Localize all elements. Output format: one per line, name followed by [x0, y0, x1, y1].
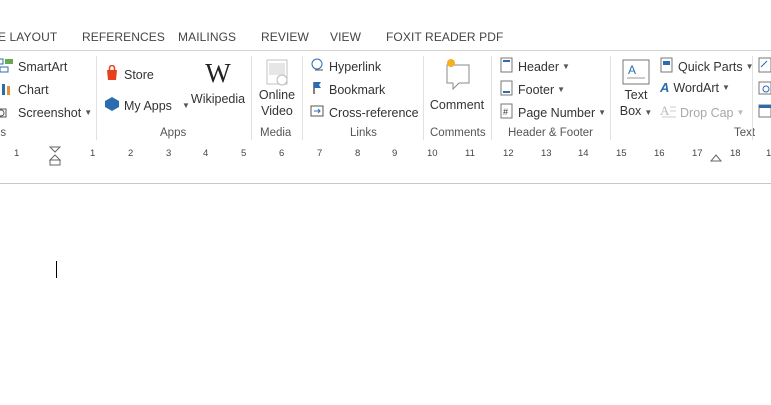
footer-icon: [500, 80, 514, 99]
ruler-number: 17: [692, 148, 703, 159]
group-separator: [96, 56, 97, 140]
chart-icon: [0, 80, 14, 99]
group-label-comments: Comments: [430, 127, 486, 139]
tab-foxit-reader-pdf[interactable]: FOXIT READER PDF: [386, 30, 503, 44]
drop-cap-button[interactable]: A Drop Cap ▼: [660, 103, 744, 122]
horizontal-ruler[interactable]: 1 1 2 3 4 5 6 7 8 9 10 11 12 13 14 15 16…: [0, 145, 771, 166]
object-icon[interactable]: [758, 103, 771, 124]
store-icon: [104, 64, 120, 84]
ribbon-insert: SmartArt Chart Screenshot ▼ ns Store My …: [0, 50, 771, 146]
svg-text:#: #: [503, 107, 508, 117]
page-number-button[interactable]: # Page Number ▼: [500, 103, 606, 122]
ruler-number: 13: [541, 148, 552, 159]
wikipedia-icon: W: [205, 58, 231, 88]
wordart-button[interactable]: A WordArt ▼: [660, 80, 730, 95]
ruler-number: 1: [14, 148, 20, 159]
tab-review[interactable]: REVIEW: [261, 30, 309, 44]
chevron-down-icon: ▼: [722, 83, 730, 92]
screenshot-button[interactable]: Screenshot ▼: [0, 103, 92, 122]
group-separator: [251, 56, 252, 140]
ruler-number: 7: [317, 148, 323, 159]
quick-parts-icon: [660, 57, 674, 76]
wordart-icon: A: [660, 80, 670, 95]
chevron-down-icon: ▼: [557, 85, 566, 94]
tab-view[interactable]: VIEW: [330, 30, 361, 44]
my-apps-icon: [104, 96, 120, 115]
ruler-number: 1: [90, 148, 96, 159]
ruler-number: 6: [279, 148, 285, 159]
header-icon: [500, 57, 514, 76]
online-video-button[interactable]: Online Video: [256, 57, 298, 119]
group-label-apps: Apps: [160, 127, 187, 139]
ruler-number: 11: [465, 148, 475, 159]
wikipedia-button[interactable]: W Wikipedia: [190, 59, 246, 107]
group-separator: [302, 56, 303, 140]
group-label-media: Media: [260, 127, 292, 139]
bookmark-icon: [309, 80, 325, 99]
document-page[interactable]: [0, 166, 771, 405]
ruler-number: 2: [128, 148, 134, 159]
tab-mailings[interactable]: MAILINGS: [178, 30, 236, 44]
ruler-number: 14: [578, 148, 589, 159]
group-label-illustrations: ns: [0, 127, 7, 139]
group-separator: [752, 56, 753, 140]
tab-references[interactable]: REFERENCES: [82, 30, 165, 44]
chevron-down-icon: ▼: [598, 108, 607, 117]
ruler-number: 16: [654, 148, 665, 159]
comment-icon: [428, 55, 486, 93]
group-separator: [491, 56, 492, 140]
smartart-icon: [0, 57, 14, 76]
text-box-icon: A: [616, 57, 656, 87]
ruler-number: 3: [166, 148, 172, 159]
signature-line-icon[interactable]: [758, 57, 771, 78]
cross-reference-icon: [309, 103, 325, 122]
group-label-header-footer: Header & Footer: [508, 127, 594, 139]
bookmark-button[interactable]: Bookmark: [309, 80, 385, 99]
group-separator: [610, 56, 611, 140]
online-video-icon: [256, 57, 298, 87]
text-box-button[interactable]: A Text Box ▼: [616, 57, 656, 121]
svg-text:A: A: [660, 103, 670, 118]
ruler-number: 15: [616, 148, 627, 159]
header-button[interactable]: Header ▼: [500, 57, 570, 76]
footer-button[interactable]: Footer ▼: [500, 80, 565, 99]
page-number-icon: #: [500, 103, 514, 122]
date-time-icon[interactable]: [758, 80, 771, 101]
chevron-down-icon: ▼: [644, 108, 653, 117]
screenshot-icon: [0, 103, 14, 122]
ruler-number: 18: [730, 148, 741, 159]
group-separator: [423, 56, 424, 140]
group-label-links: Links: [350, 127, 377, 139]
chevron-down-icon: ▼: [562, 62, 570, 71]
chevron-down-icon: ▼: [181, 101, 190, 110]
ruler-number: 8: [355, 148, 361, 159]
smartart-button[interactable]: SmartArt: [0, 57, 67, 76]
ruler-number: 5: [241, 148, 247, 159]
ruler-number: 4: [203, 148, 209, 159]
ruler-number: 12: [503, 148, 514, 159]
hyperlink-button[interactable]: Hyperlink: [309, 57, 381, 76]
comment-button[interactable]: Comment: [428, 55, 486, 113]
ribbon-tabs: E LAYOUT REFERENCES MAILINGS REVIEW VIEW…: [0, 0, 771, 50]
hyperlink-icon: [309, 57, 325, 76]
ruler-number: 9: [392, 148, 398, 159]
text-cursor: [56, 261, 57, 278]
quick-parts-button[interactable]: Quick Parts ▼: [660, 57, 754, 76]
tab-page-layout[interactable]: E LAYOUT: [0, 30, 57, 44]
drop-cap-icon: A: [660, 103, 676, 122]
store-button[interactable]: Store: [104, 64, 154, 84]
svg-text:A: A: [628, 63, 636, 77]
page-top-edge: [0, 183, 771, 184]
chevron-down-icon: ▼: [736, 108, 745, 117]
chart-button[interactable]: Chart: [0, 80, 49, 99]
my-apps-button[interactable]: My Apps ▼: [104, 96, 190, 115]
cross-reference-button[interactable]: Cross-reference: [309, 103, 419, 122]
ruler-number: 1: [766, 148, 771, 159]
ruler-number: 10: [427, 148, 438, 159]
chevron-down-icon: ▼: [84, 108, 93, 117]
